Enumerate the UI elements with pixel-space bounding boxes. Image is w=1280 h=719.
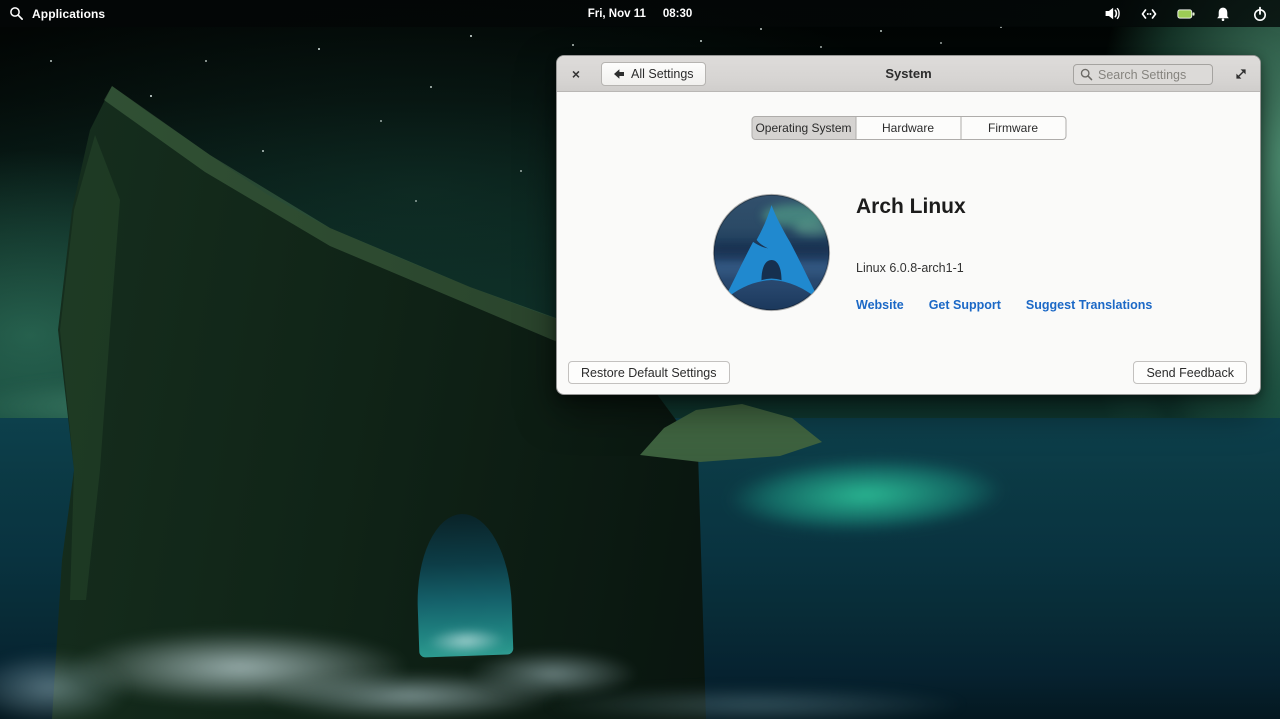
- applications-label: Applications: [32, 7, 105, 21]
- settings-content: Operating System Hardware Firmware: [557, 92, 1260, 395]
- os-links: Website Get Support Suggest Translations: [856, 298, 1152, 312]
- window-title: System: [885, 66, 931, 81]
- restore-defaults-button[interactable]: Restore Default Settings: [568, 361, 730, 384]
- all-settings-label: All Settings: [631, 67, 694, 81]
- close-window-button[interactable]: ×: [567, 65, 585, 83]
- website-link[interactable]: Website: [856, 298, 904, 312]
- sea-foam: [540, 686, 970, 719]
- suggest-translations-link[interactable]: Suggest Translations: [1026, 298, 1152, 312]
- top-panel: Applications Fri, Nov 11 08:30: [0, 0, 1280, 27]
- notifications-bell-icon[interactable]: [1214, 5, 1232, 23]
- network-icon[interactable]: [1140, 5, 1158, 23]
- settings-search[interactable]: [1073, 64, 1213, 85]
- os-name-heading: Arch Linux: [856, 195, 966, 219]
- all-settings-back-button[interactable]: All Settings: [601, 62, 706, 86]
- tab-hardware[interactable]: Hardware: [856, 116, 961, 140]
- back-arrow-icon: [613, 68, 625, 80]
- clock[interactable]: Fri, Nov 11 08:30: [588, 8, 693, 20]
- get-support-link[interactable]: Get Support: [929, 298, 1001, 312]
- fullscreen-expand-icon[interactable]: [1233, 66, 1249, 82]
- send-feedback-button[interactable]: Send Feedback: [1133, 361, 1247, 384]
- view-switcher: Operating System Hardware Firmware: [751, 116, 1066, 140]
- search-settings-input[interactable]: [1098, 65, 1212, 84]
- search-icon: [1080, 68, 1093, 81]
- settings-window: × All Settings System Operating System: [556, 55, 1261, 395]
- clock-date: Fri, Nov 11: [588, 8, 646, 20]
- search-icon: [7, 5, 25, 23]
- system-tray: [1103, 0, 1280, 27]
- arch-linux-logo: [712, 193, 831, 312]
- clock-time: 08:30: [663, 8, 692, 20]
- tab-firmware[interactable]: Firmware: [961, 116, 1066, 140]
- volume-icon[interactable]: [1103, 5, 1121, 23]
- kernel-version: Linux 6.0.8-arch1-1: [856, 261, 964, 275]
- applications-menu[interactable]: Applications: [0, 0, 105, 27]
- window-titlebar[interactable]: × All Settings System: [557, 56, 1260, 92]
- tab-operating-system[interactable]: Operating System: [751, 116, 856, 140]
- power-icon[interactable]: [1251, 5, 1269, 23]
- battery-icon[interactable]: [1177, 5, 1195, 23]
